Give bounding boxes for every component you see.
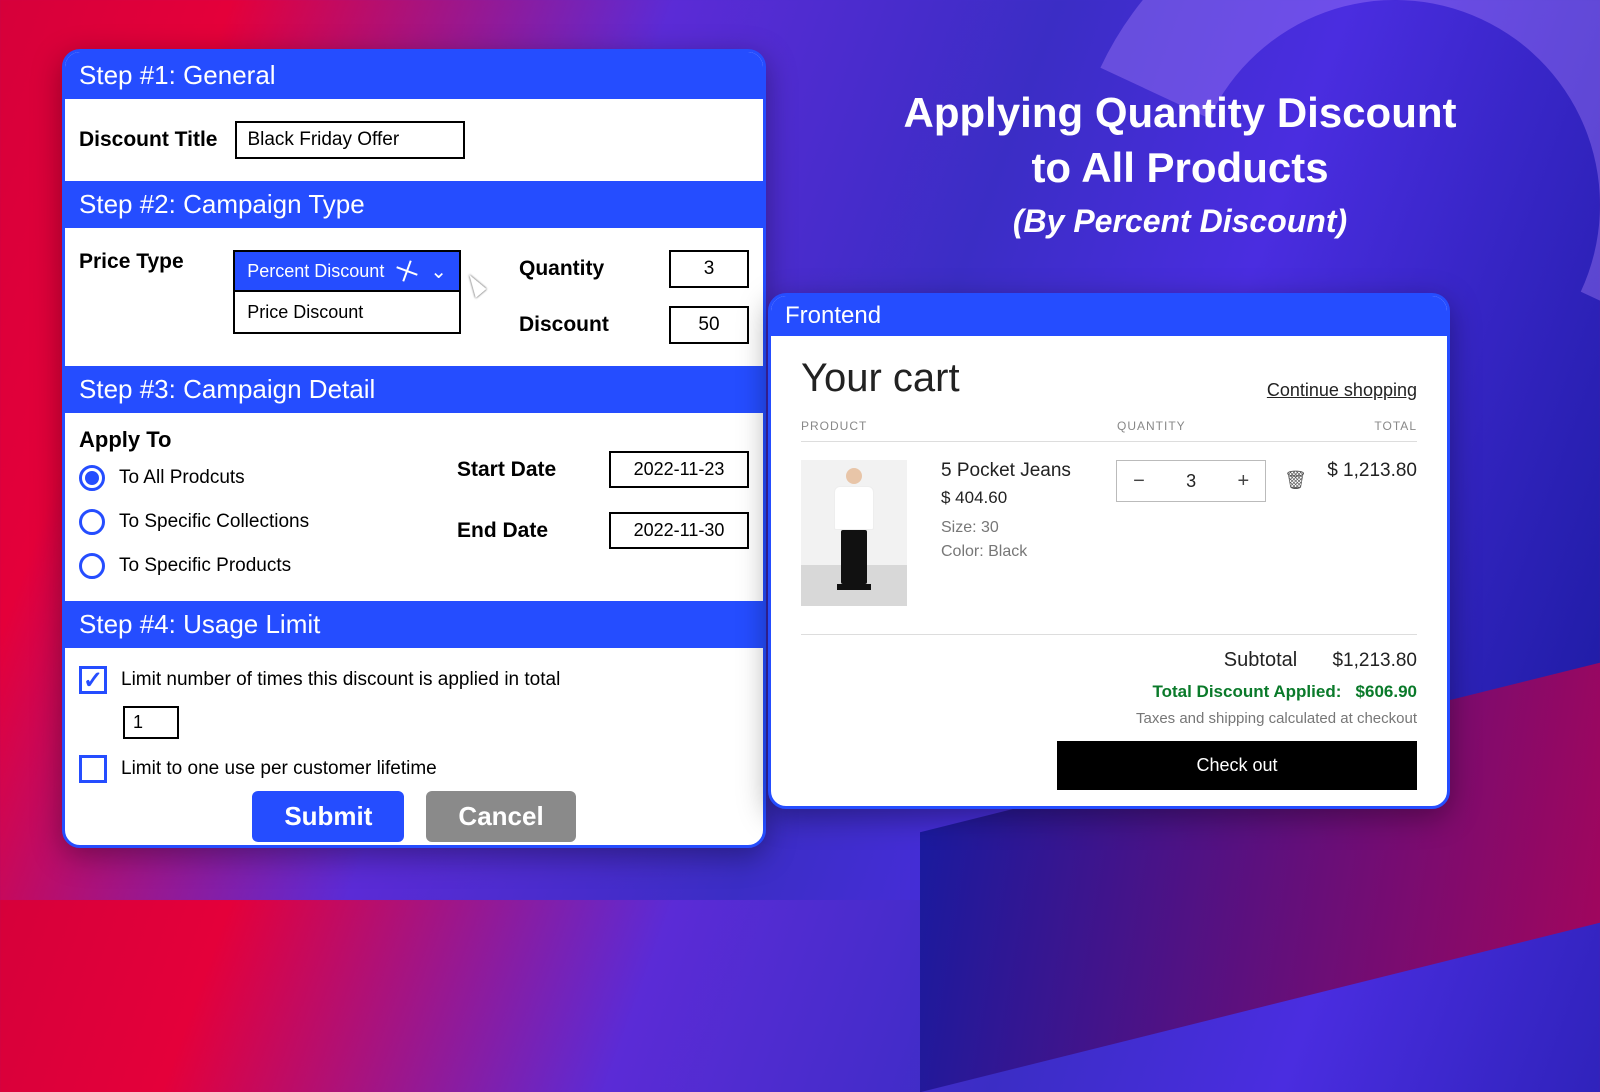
headline: Applying Quantity Discount to All Product… (790, 86, 1570, 240)
submit-button[interactable]: Submit (252, 791, 404, 842)
minus-icon[interactable]: − (1133, 470, 1145, 493)
radio-collections-label: To Specific Collections (119, 511, 309, 533)
radio-all-label: To All Prodcuts (119, 467, 245, 489)
checkbox-unchecked-icon (79, 755, 107, 783)
radio-specific-products[interactable]: To Specific Products (79, 553, 391, 579)
product-image (801, 460, 907, 606)
sparkle-icon (398, 262, 416, 280)
radio-icon (79, 465, 105, 491)
limit-total-label: Limit number of times this discount is a… (121, 669, 560, 691)
continue-shopping-link[interactable]: Continue shopping (1267, 380, 1417, 401)
cancel-button[interactable]: Cancel (426, 791, 575, 842)
discount-input[interactable] (669, 306, 749, 344)
radio-all-products[interactable]: To All Prodcuts (79, 465, 391, 491)
plus-icon[interactable]: + (1237, 470, 1249, 493)
discount-label: Discount (519, 313, 639, 337)
checkout-button[interactable]: Check out (1057, 741, 1417, 790)
frontend-panel: Frontend Your cart Continue shopping PRO… (768, 293, 1450, 809)
cursor-icon (462, 272, 487, 298)
cart-item-row: 5 Pocket Jeans $ 404.60 Size: 30 Color: … (801, 442, 1417, 635)
product-size: Size: 30 (941, 516, 1116, 540)
start-date-input[interactable] (609, 451, 749, 488)
apply-to-label: Apply To (79, 427, 391, 453)
limit-total-input[interactable] (123, 706, 179, 739)
end-date-label: End Date (457, 519, 587, 543)
product-price: $ 404.60 (941, 488, 1116, 508)
col-total: TOTAL (1307, 419, 1417, 433)
col-product: PRODUCT (801, 419, 1117, 433)
limit-customer-label: Limit to one use per customer lifetime (121, 758, 437, 780)
step4-header: Step #4: Usage Limit (65, 601, 763, 648)
quantity-label: Quantity (519, 257, 639, 281)
headline-sub: (By Percent Discount) (790, 203, 1570, 240)
headline-line1: Applying Quantity Discount (904, 89, 1457, 136)
dropdown-selected: Percent Discount (247, 261, 384, 282)
trash-icon[interactable]: 🗑 (1284, 470, 1307, 491)
checkbox-checked-icon: ✓ (79, 666, 107, 694)
end-date-input[interactable] (609, 512, 749, 549)
subtotal-value: $1,213.80 (1332, 650, 1417, 671)
limit-total-checkbox[interactable]: ✓ Limit number of times this discount is… (79, 666, 749, 694)
frontend-header: Frontend (771, 296, 1447, 336)
radio-icon (79, 509, 105, 535)
discount-title-input[interactable] (235, 121, 465, 159)
quantity-value: 3 (1186, 471, 1196, 492)
admin-panel: Step #1: General Discount Title Step #2:… (62, 49, 766, 848)
price-type-label: Price Type (79, 250, 215, 274)
quantity-input[interactable] (669, 250, 749, 288)
cart-title: Your cart (801, 356, 960, 401)
radio-products-label: To Specific Products (119, 555, 291, 577)
limit-customer-checkbox[interactable]: Limit to one use per customer lifetime (79, 755, 749, 783)
chevron-down-icon: ⌄ (430, 259, 447, 284)
discount-applied-value: $606.90 (1356, 682, 1417, 701)
discount-applied-label: Total Discount Applied: (1152, 682, 1341, 701)
tax-note: Taxes and shipping calculated at checkou… (801, 710, 1417, 727)
radio-icon (79, 553, 105, 579)
step1-header: Step #1: General (65, 52, 763, 99)
line-total: $ 1,213.80 (1307, 460, 1417, 606)
price-type-dropdown[interactable]: Percent Discount ⌄ Price Discount (233, 250, 461, 334)
discount-title-label: Discount Title (79, 128, 217, 152)
product-color: Color: Black (941, 540, 1116, 564)
col-quantity: QUANTITY (1117, 419, 1307, 433)
radio-specific-collections[interactable]: To Specific Collections (79, 509, 391, 535)
product-name: 5 Pocket Jeans (941, 460, 1116, 482)
step2-header: Step #2: Campaign Type (65, 181, 763, 228)
dropdown-option-price[interactable]: Price Discount (233, 292, 461, 334)
start-date-label: Start Date (457, 458, 587, 482)
quantity-stepper[interactable]: − 3 + (1116, 460, 1266, 502)
headline-line2: to All Products (1031, 144, 1328, 191)
subtotal-label: Subtotal (1224, 649, 1297, 671)
step3-header: Step #3: Campaign Detail (65, 366, 763, 413)
